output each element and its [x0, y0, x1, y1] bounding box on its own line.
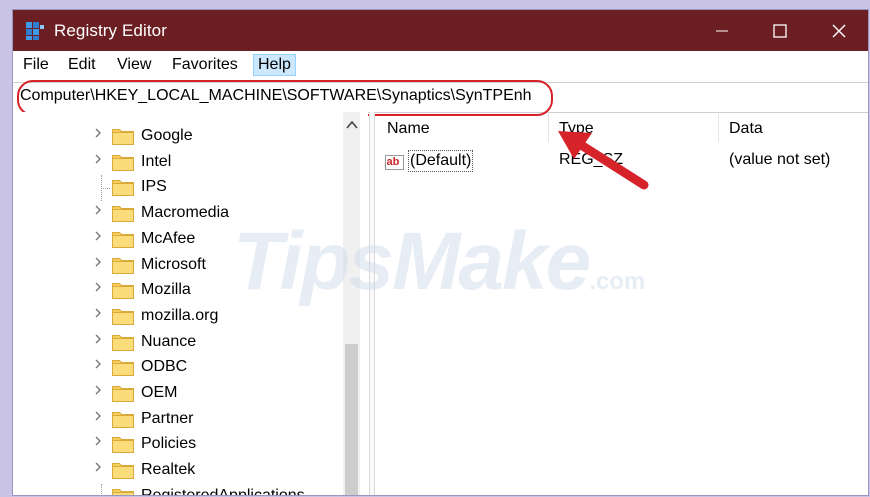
- tree-item-label: ODBC: [141, 358, 188, 376]
- menu-file[interactable]: File: [19, 55, 53, 75]
- tree-item-label: Nuance: [141, 332, 197, 350]
- maximize-icon: [773, 23, 787, 38]
- watermark-suffix: .com: [589, 268, 646, 295]
- column-divider[interactable]: [718, 114, 719, 142]
- folder-icon: [112, 154, 134, 171]
- watermark-logo: TipsMake.com: [233, 215, 645, 309]
- tree-item[interactable]: Google: [13, 124, 358, 150]
- tree-connector: [101, 483, 102, 495]
- tree-item-label: Partner: [141, 409, 194, 427]
- menu-bar: File Edit View Favorites Help: [13, 51, 868, 79]
- column-header-name[interactable]: Name: [387, 120, 430, 138]
- scroll-up-icon[interactable]: [346, 120, 358, 130]
- tree-item-label: Microsoft: [141, 255, 206, 273]
- tree-item[interactable]: RegisteredApplications: [13, 483, 358, 495]
- value-name[interactable]: (Default): [407, 150, 474, 172]
- chevron-right-icon[interactable]: [92, 435, 104, 447]
- chevron-right-icon[interactable]: [92, 256, 104, 268]
- folder-icon: [112, 463, 134, 480]
- tree-item-label: Macromedia: [141, 204, 230, 222]
- minimize-button[interactable]: [693, 10, 751, 51]
- folder-icon: [112, 283, 134, 300]
- highlight-oval: [17, 80, 553, 116]
- chevron-right-icon[interactable]: [92, 461, 104, 473]
- tree-item-label: mozilla.org: [141, 306, 219, 324]
- chevron-right-icon[interactable]: [92, 358, 104, 370]
- tree-item-label: Realtek: [141, 461, 196, 479]
- tree-item-label: Intel: [141, 152, 172, 170]
- chevron-right-icon[interactable]: [92, 281, 104, 293]
- folder-icon: [112, 129, 134, 145]
- menu-edit[interactable]: Edit: [64, 55, 100, 75]
- tree-item[interactable]: Policies: [13, 432, 358, 458]
- tree-item[interactable]: Nuance: [13, 330, 358, 356]
- folder-icon: [112, 386, 134, 402]
- tree-item[interactable]: Intel: [13, 150, 358, 176]
- menu-view[interactable]: View: [113, 55, 155, 75]
- column-header-data[interactable]: Data: [729, 120, 763, 138]
- tree-item-label: Google: [141, 127, 193, 144]
- tree-item[interactable]: IPS: [13, 175, 358, 202]
- chevron-right-icon[interactable]: [92, 230, 104, 242]
- red-arrow: [558, 131, 649, 190]
- folder-icon: [112, 437, 134, 454]
- value-data: (value not set): [729, 151, 831, 168]
- chevron-right-icon[interactable]: [92, 153, 104, 165]
- folder-icon: [112, 360, 134, 377]
- tree-item[interactable]: OEM: [13, 381, 358, 407]
- chevron-right-icon[interactable]: [92, 384, 104, 396]
- folder-icon: [112, 411, 134, 428]
- title-bar: Registry Editor: [13, 10, 868, 51]
- folder-icon: [112, 257, 134, 274]
- folder-icon: [112, 231, 134, 248]
- tree-item-label: OEM: [141, 384, 178, 401]
- folder-icon: [112, 488, 134, 495]
- svg-text:ab: ab: [387, 156, 400, 168]
- scrollbar-thumb[interactable]: [345, 344, 358, 495]
- minimize-icon: [716, 30, 728, 31]
- maximize-button[interactable]: [751, 10, 809, 51]
- registry-editor-window: Registry Editor File Edit View Favorites…: [13, 10, 868, 495]
- tree-item-label: RegisteredApplications: [141, 487, 305, 495]
- watermark-brand: TipsMake: [233, 216, 591, 307]
- menu-help[interactable]: Help: [253, 54, 296, 76]
- folder-icon: [112, 308, 134, 325]
- menu-favorites[interactable]: Favorites: [168, 55, 242, 75]
- tree-connector: [101, 188, 110, 190]
- address-bar[interactable]: Computer\HKEY_LOCAL_MACHINE\SOFTWARE\Syn…: [13, 80, 868, 116]
- registry-editor-icon: [26, 22, 44, 40]
- chevron-right-icon[interactable]: [92, 333, 104, 345]
- folder-icon: [112, 206, 134, 223]
- chevron-right-icon[interactable]: [92, 307, 104, 319]
- folder-icon: [112, 334, 134, 351]
- ab-string-icon: ab: [385, 155, 404, 170]
- chevron-right-icon[interactable]: [92, 204, 104, 216]
- chevron-right-icon[interactable]: [92, 127, 104, 139]
- tree-item[interactable]: Realtek: [13, 458, 358, 484]
- window-title: Registry Editor: [54, 21, 167, 40]
- close-icon: [832, 24, 846, 37]
- tree-item-label: Policies: [141, 435, 197, 453]
- chevron-right-icon[interactable]: [92, 410, 104, 422]
- tree-item-label: IPS: [141, 178, 167, 196]
- close-button[interactable]: [810, 10, 868, 51]
- folder-icon: [112, 180, 134, 197]
- tree-item[interactable]: ODBC: [13, 355, 358, 381]
- tree-item[interactable]: Partner: [13, 407, 358, 433]
- tree-item-label: McAfee: [141, 229, 196, 247]
- tree-item-label: Mozilla: [141, 281, 191, 299]
